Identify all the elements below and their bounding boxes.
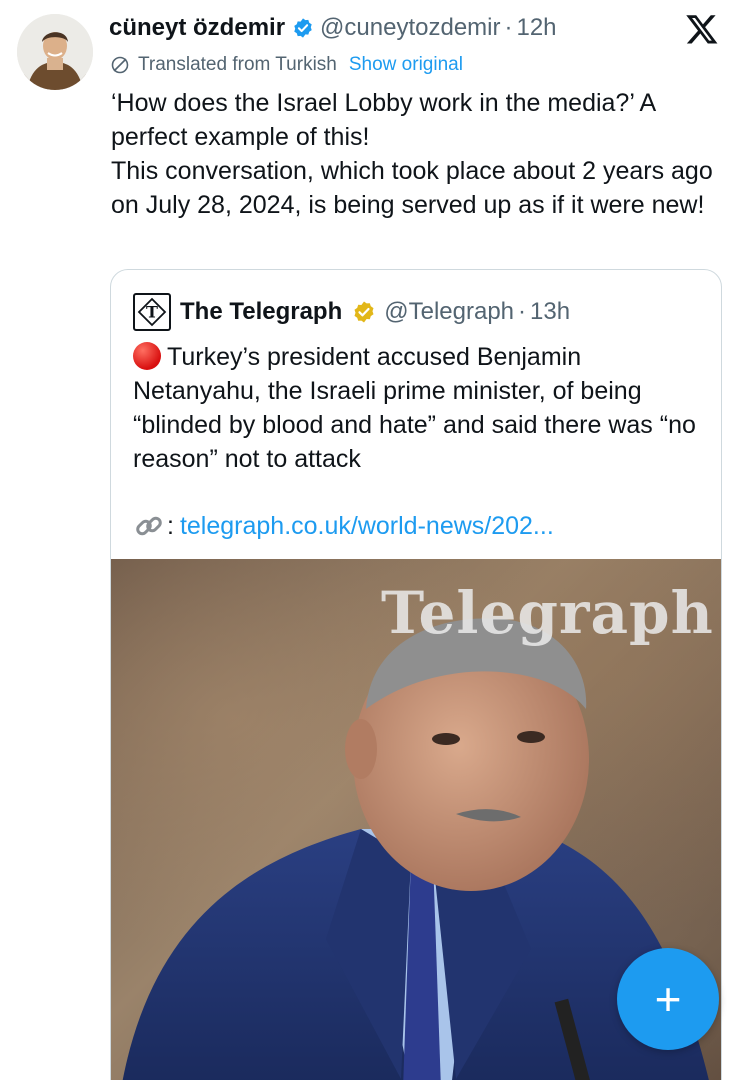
separator-dot: ·	[518, 298, 527, 325]
compose-plus-icon: +	[654, 973, 682, 1025]
quote-time[interactable]: 13h	[530, 298, 570, 326]
tweet-time[interactable]: 12h	[516, 14, 556, 42]
quote-author-name[interactable]: The Telegraph	[180, 298, 342, 326]
separator-dot: ·	[504, 14, 513, 41]
translate-icon	[111, 56, 129, 74]
avatar-photo	[17, 14, 93, 90]
red-circle-icon	[133, 342, 161, 370]
article-link[interactable]: telegraph.co.uk/world-news/202...	[180, 512, 554, 541]
tweet-text-line: ‘How does the Israel Lobby work in the m…	[111, 89, 655, 151]
show-original-link[interactable]: Show original	[349, 54, 463, 76]
tweet-text: ‘How does the Israel Lobby work in the m…	[111, 86, 726, 222]
image-watermark: Telegraph	[381, 579, 714, 647]
telegraph-logo-icon[interactable]: T	[133, 293, 171, 331]
author-avatar[interactable]	[17, 14, 93, 90]
tweet-header: cüneyt özdemir @cuneytozdemir · 12h	[109, 10, 719, 46]
x-logo-icon	[686, 15, 718, 44]
translation-bar: Translated from Turkish Show original	[110, 54, 463, 76]
quote-link-row: : telegraph.co.uk/world-news/202...	[133, 510, 554, 542]
quote-text: Turkey’s president accused Benjamin Neta…	[133, 340, 703, 476]
quoted-tweet-card[interactable]: T The Telegraph @Telegraph · 13h Turkey’…	[110, 269, 722, 1080]
link-colon: :	[167, 511, 174, 540]
link-icon	[136, 516, 162, 536]
quote-text-body: Turkey’s president accused Benjamin Neta…	[133, 343, 696, 473]
translated-from-label: Translated from Turkish	[138, 54, 337, 75]
compose-button[interactable]: +	[617, 948, 719, 1050]
verified-gold-badge-icon	[354, 301, 374, 323]
author-handle[interactable]: @cuneytozdemir	[320, 14, 500, 42]
quote-author-handle[interactable]: @Telegraph	[384, 298, 514, 326]
tweet-text-line: This conversation, which took place abou…	[111, 157, 713, 219]
quote-header: T The Telegraph @Telegraph · 13h	[133, 292, 570, 332]
svg-text:T: T	[146, 303, 158, 322]
author-name[interactable]: cüneyt özdemir	[109, 14, 285, 42]
verified-badge-icon	[294, 18, 312, 38]
